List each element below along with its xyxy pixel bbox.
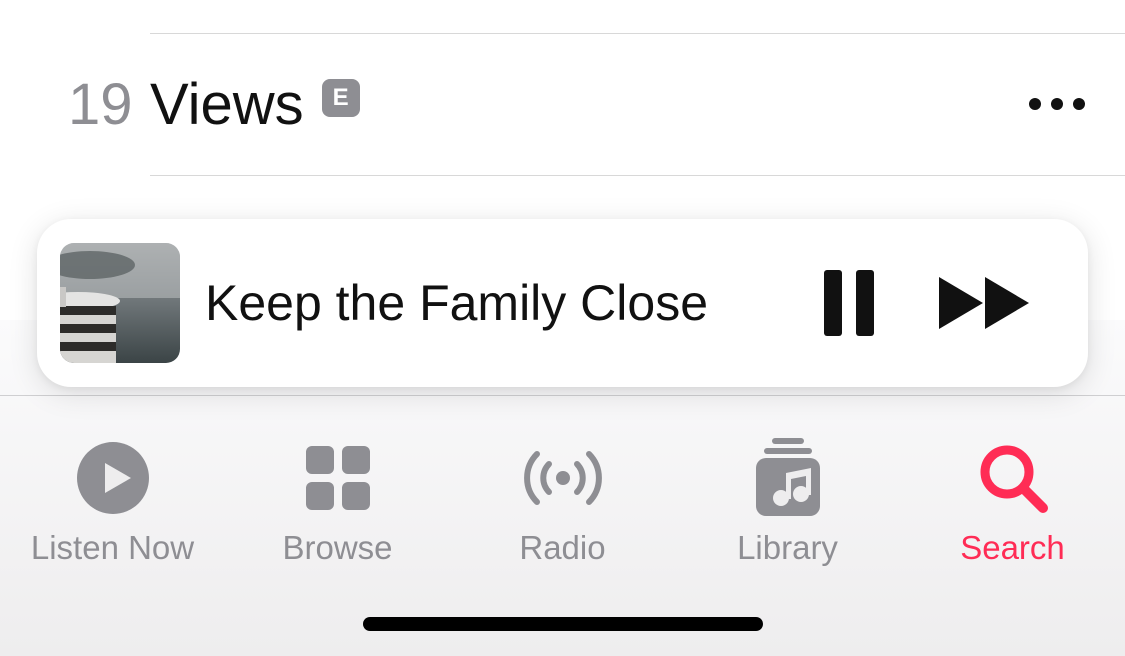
tab-radio[interactable]: Radio [450,439,675,567]
grid-icon [306,439,370,517]
tab-library[interactable]: Library [675,439,900,567]
tab-label: Radio [519,529,605,567]
explicit-badge: E [322,79,360,117]
library-icon [754,439,822,517]
tab-label: Library [737,529,838,567]
now-playing-bar[interactable]: Keep the Family Close [37,219,1088,387]
now-playing-title: Keep the Family Close [205,274,821,332]
track-number: 19 [0,71,150,138]
pause-icon [821,270,877,336]
more-button[interactable] [1029,98,1085,110]
home-indicator[interactable] [363,617,763,631]
play-circle-icon [77,439,149,517]
fast-forward-icon [937,273,1033,333]
radio-waves-icon [515,439,611,517]
track-title: Views [150,71,322,138]
pause-button[interactable] [821,270,877,336]
playback-controls [821,270,1033,336]
ellipsis-icon [1073,98,1085,110]
tab-browse[interactable]: Browse [225,439,450,567]
track-row[interactable]: 19 Views E [0,33,1125,175]
tab-label: Browse [282,529,392,567]
tab-search[interactable]: Search [900,439,1125,567]
next-button[interactable] [937,273,1033,333]
tab-label: Listen Now [31,529,194,567]
tab-label: Search [960,529,1065,567]
divider [0,395,1125,396]
ellipsis-icon [1051,98,1063,110]
search-icon [977,439,1049,517]
divider [150,175,1125,176]
ellipsis-icon [1029,98,1041,110]
tab-listen-now[interactable]: Listen Now [0,439,225,567]
tab-bar: Listen Now Browse Radio [0,420,1125,585]
album-artwork [60,243,180,363]
